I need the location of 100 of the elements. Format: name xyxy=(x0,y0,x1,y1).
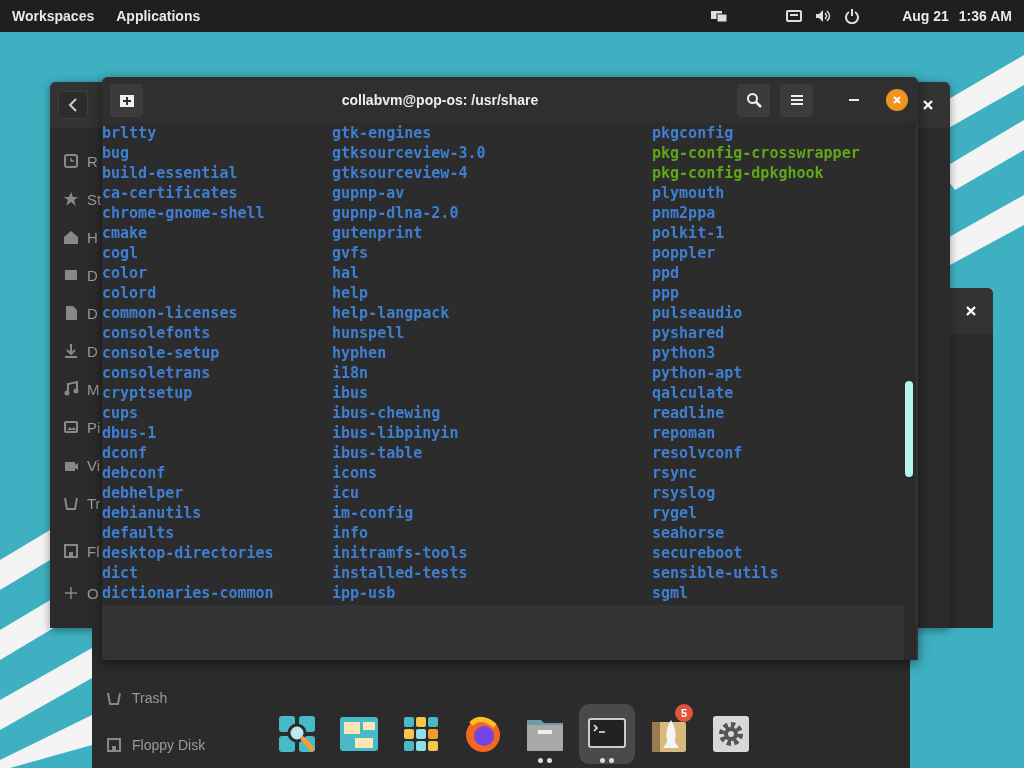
house-icon xyxy=(63,229,79,245)
directory-name: help-langpack xyxy=(332,303,450,323)
top-menu[interactable]: Workspaces xyxy=(12,8,95,24)
desktop-icon xyxy=(63,267,79,283)
power-icon[interactable] xyxy=(844,8,861,24)
gear-icon xyxy=(711,714,751,754)
trash-icon xyxy=(63,495,79,511)
directory-name: dconf xyxy=(102,443,148,463)
directory-name: cups xyxy=(102,403,139,423)
close-icon[interactable] xyxy=(965,305,977,317)
directory-name: help xyxy=(332,283,369,303)
minimize-icon xyxy=(848,98,859,102)
directory-name: initramfs-tools xyxy=(332,543,468,563)
sidebar-item[interactable]: D xyxy=(87,266,98,284)
document-icon xyxy=(63,305,79,321)
back-button[interactable] xyxy=(58,91,88,119)
scrollbar-thumb[interactable] xyxy=(905,381,913,477)
directory-name: polkit-1 xyxy=(652,223,725,243)
search-icon xyxy=(745,92,762,108)
directory-name: hunspell xyxy=(332,323,405,343)
app-grid-icon xyxy=(401,714,441,754)
close-icon[interactable] xyxy=(922,99,934,111)
directory-name: pulseaudio xyxy=(652,303,743,323)
clock-icon xyxy=(63,153,79,169)
sidebar-item[interactable]: Fl xyxy=(87,542,100,560)
directory-name: chrome-gnome-shell xyxy=(102,203,265,223)
search-icon xyxy=(277,714,317,754)
directory-name: pkgconfig xyxy=(652,123,734,143)
music-icon xyxy=(63,381,79,397)
directory-name: dict xyxy=(102,563,139,583)
new-tab-button[interactable] xyxy=(110,83,143,117)
directory-name: ipp-usb xyxy=(332,583,396,603)
directory-name: hyphen xyxy=(332,343,387,363)
directory-name: cmake xyxy=(102,223,148,243)
directory-name: ibus xyxy=(332,383,369,403)
sidebar-item[interactable]: Trash xyxy=(132,690,168,706)
directory-name: i18n xyxy=(332,363,369,383)
directory-name: ibus-table xyxy=(332,443,423,463)
directory-name: debconf xyxy=(102,463,166,483)
directory-name: ppd xyxy=(652,263,680,283)
keyboard-icon[interactable] xyxy=(786,9,803,23)
executable-name: pkg-config-dpkghook xyxy=(652,163,824,183)
dock-item[interactable] xyxy=(579,704,635,764)
directory-name: desktop-directories xyxy=(102,543,274,563)
directory-name: debianutils xyxy=(102,503,202,523)
sidebar-item[interactable]: Tr xyxy=(87,494,101,512)
directory-name: debhelper xyxy=(102,483,184,503)
directory-name: color xyxy=(102,263,148,283)
directory-name: gutenprint xyxy=(332,223,423,243)
dock-item[interactable]: 5 xyxy=(641,704,697,764)
directory-name: ppp xyxy=(652,283,680,303)
directory-name: consolefonts xyxy=(102,323,211,343)
directory-name: gupnp-dlna-2.0 xyxy=(332,203,459,223)
sidebar-item[interactable]: D xyxy=(87,304,98,322)
directory-name: ibus-chewing xyxy=(332,403,441,423)
directory-name: gvfs xyxy=(332,243,369,263)
sidebar-item[interactable]: St xyxy=(87,190,102,208)
sidebar-item[interactable]: D xyxy=(87,342,98,360)
display-icon[interactable] xyxy=(710,8,729,24)
top-menu[interactable]: Applications xyxy=(116,8,201,24)
directory-name: rsyslog xyxy=(652,483,716,503)
sidebar-item[interactable]: R xyxy=(87,152,98,170)
volume-icon[interactable] xyxy=(814,8,833,24)
directory-name: qalculate xyxy=(652,383,734,403)
directory-name: cogl xyxy=(102,243,139,263)
directory-name: hal xyxy=(332,263,360,283)
directory-name: console-setup xyxy=(102,343,220,363)
clock-text[interactable]: 1:36 AM xyxy=(958,8,1012,24)
window-tiles-icon xyxy=(339,714,379,754)
sidebar-item[interactable]: H xyxy=(87,228,98,246)
directory-name: secureboot xyxy=(652,543,743,563)
sidebar-item[interactable]: Floppy Disk xyxy=(132,737,206,753)
directory-name: consoletrans xyxy=(102,363,211,383)
directory-name: installed-tests xyxy=(332,563,468,583)
sidebar-item[interactable]: Pi xyxy=(87,418,101,436)
directory-name: defaults xyxy=(102,523,175,543)
directory-name: poppler xyxy=(652,243,716,263)
directory-name: common-licenses xyxy=(102,303,238,323)
sidebar-item[interactable]: M xyxy=(87,380,100,398)
directory-name: im-config xyxy=(332,503,414,523)
download-icon xyxy=(63,343,79,359)
search-button[interactable] xyxy=(737,83,770,117)
chevron-left-icon xyxy=(68,98,78,112)
window-title: collabvm@pop-os: /usr/share xyxy=(340,92,540,108)
directory-name: plymouth xyxy=(652,183,725,203)
sidebar-item[interactable]: Vi xyxy=(87,456,101,474)
menu-button[interactable] xyxy=(780,83,813,117)
directory-name: cryptsetup xyxy=(102,383,193,403)
date-text[interactable]: Aug 21 xyxy=(902,8,949,24)
directory-name: build-essential xyxy=(102,163,238,183)
browser-globe-icon xyxy=(463,714,503,754)
sidebar-item[interactable]: O xyxy=(87,584,99,602)
directory-name: sensible-utils xyxy=(652,563,779,583)
directory-name: gtk-engines xyxy=(332,123,432,143)
directory-name: pyshared xyxy=(652,323,725,343)
directory-name: readline xyxy=(652,403,725,423)
directory-name: colord xyxy=(102,283,157,303)
close-button[interactable] xyxy=(886,89,908,111)
directory-name: ca-certificates xyxy=(102,183,238,203)
picture-icon xyxy=(63,419,79,435)
